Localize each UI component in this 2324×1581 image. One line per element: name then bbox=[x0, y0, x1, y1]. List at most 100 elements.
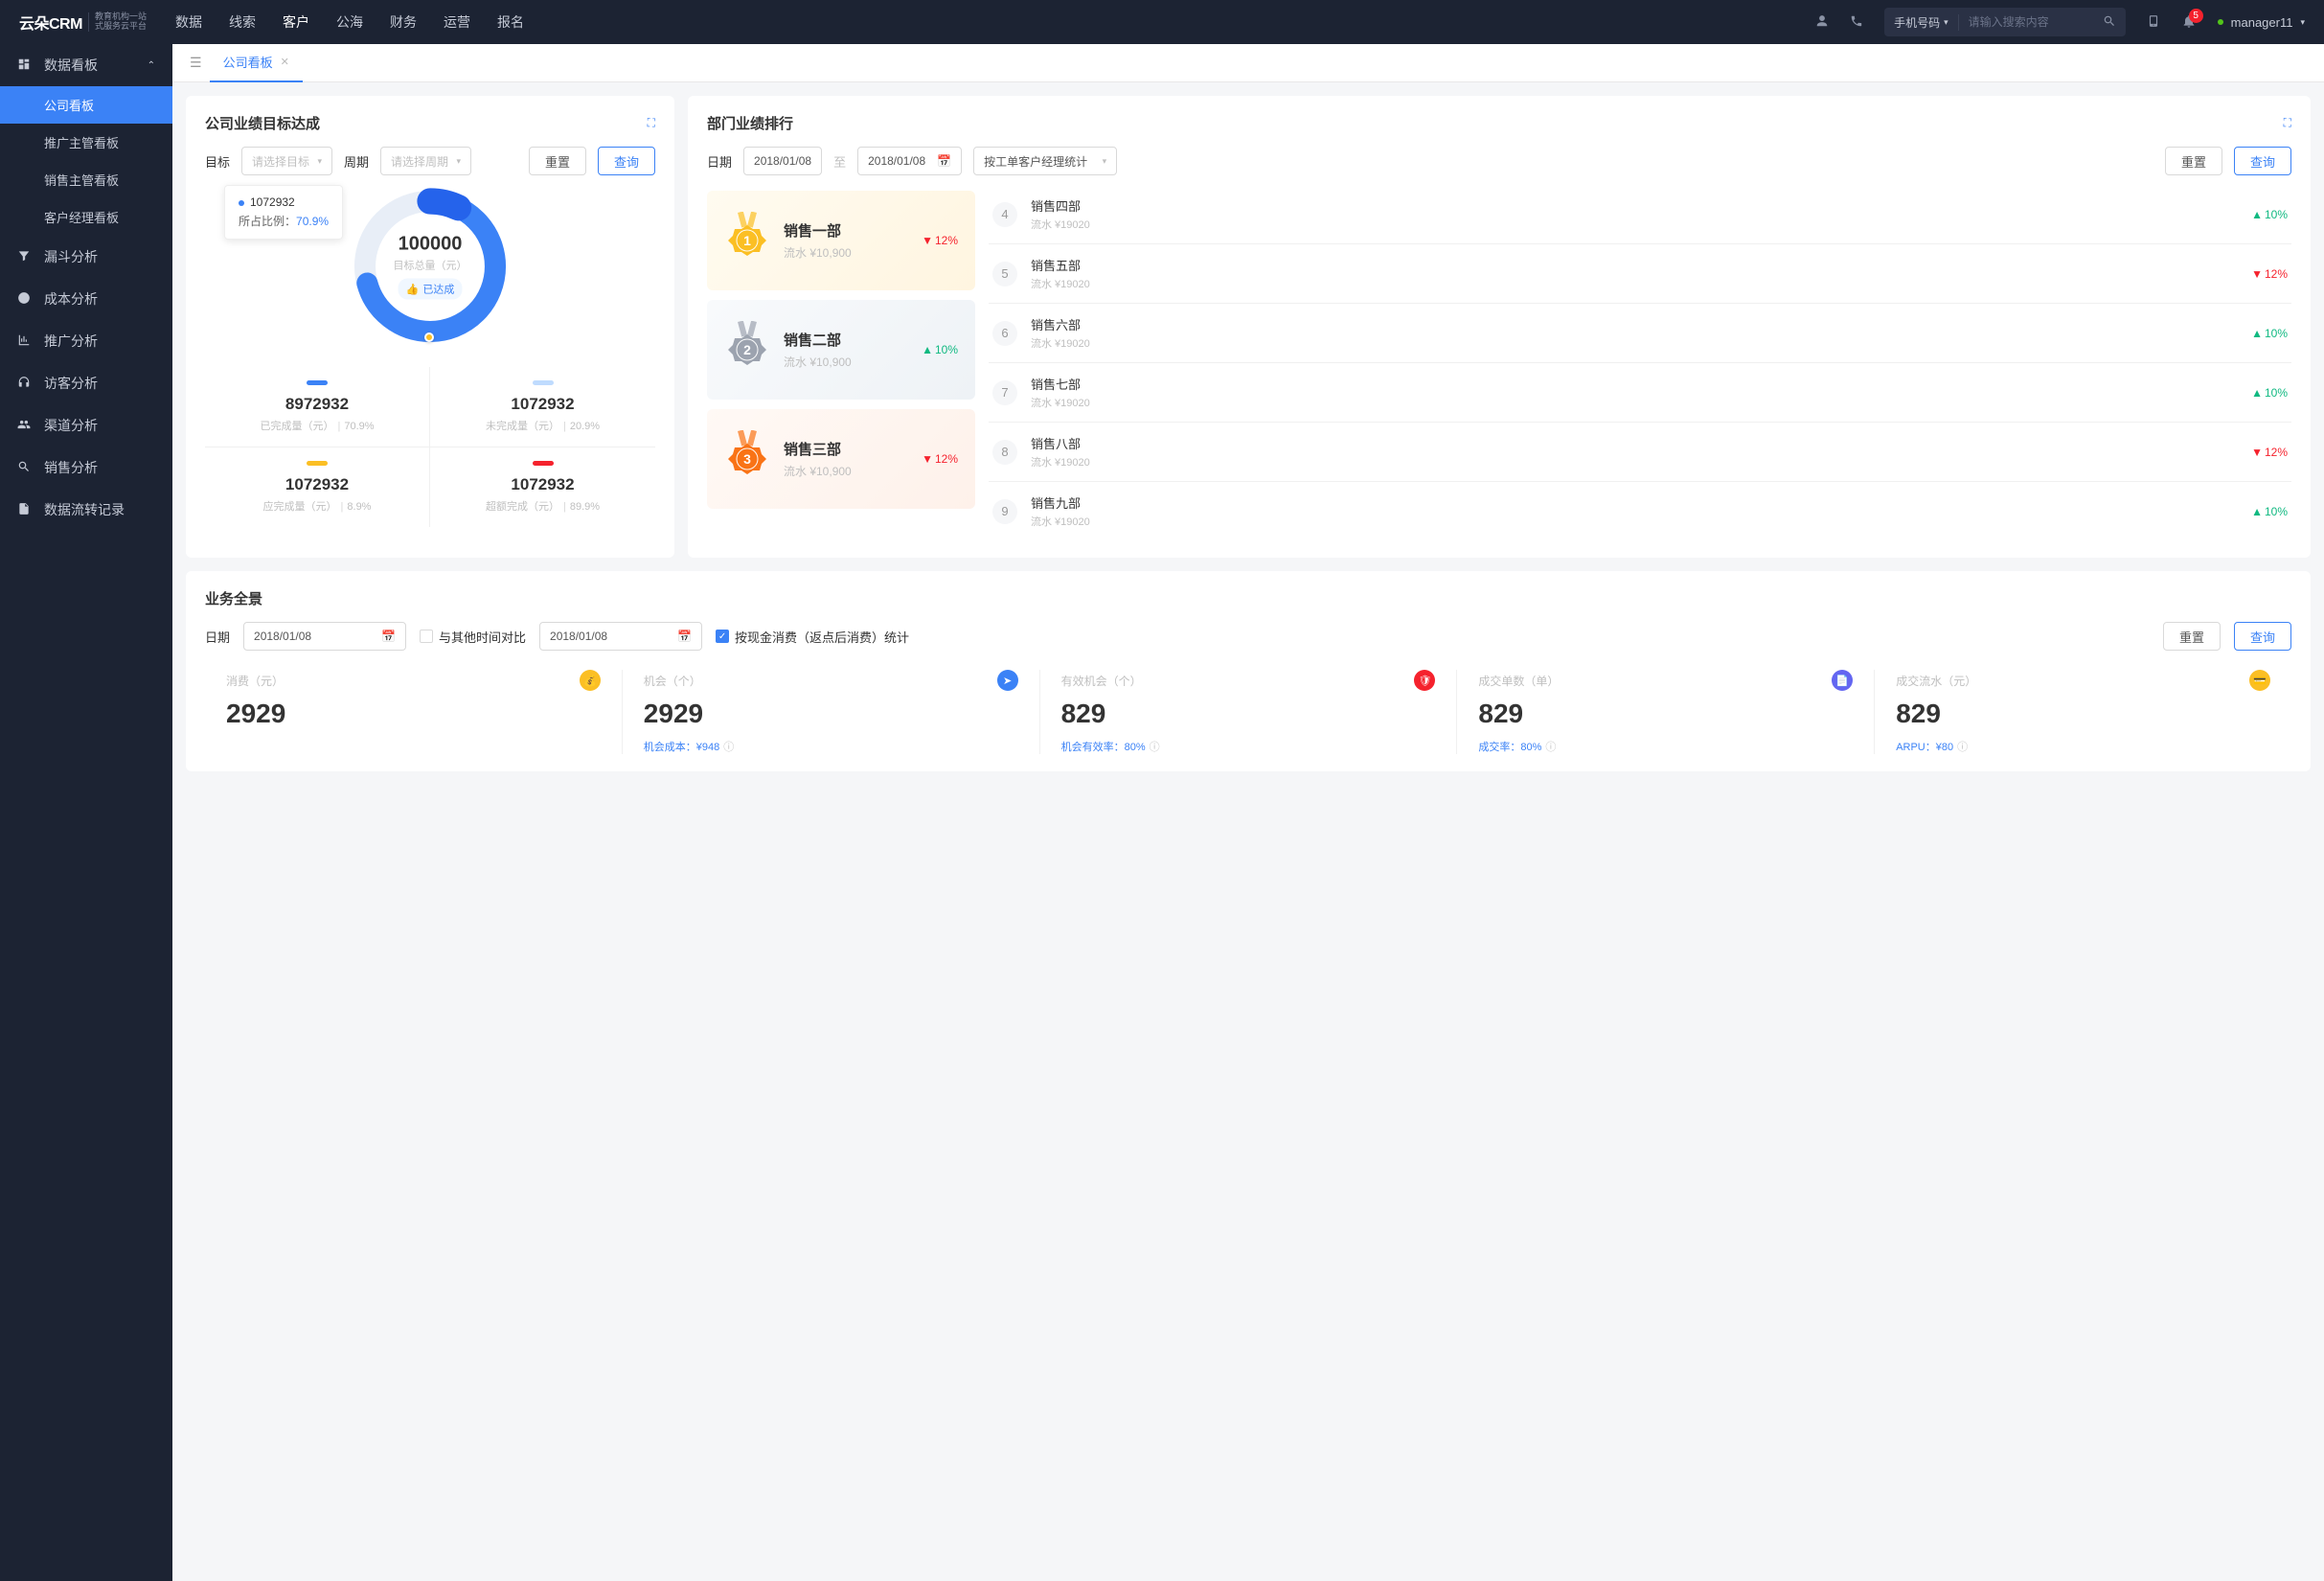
chevron-down-icon: ▾ bbox=[2300, 17, 2305, 28]
expand-icon[interactable]: ⛶ bbox=[2284, 116, 2291, 130]
trend-arrow-icon: ▲ bbox=[2251, 208, 2263, 221]
tab-company-board[interactable]: 公司看板 ✕ bbox=[210, 44, 303, 82]
overview-panel: 业务全景 日期 2018/01/08📅 与其他时间对比 2018/01/08📅 … bbox=[186, 571, 2311, 771]
sidebar-item[interactable]: 漏斗分析 bbox=[0, 236, 172, 278]
topnav-item[interactable]: 客户 bbox=[283, 12, 309, 32]
overview-date1[interactable]: 2018/01/08📅 bbox=[243, 622, 406, 651]
stat-label: 已完成量（元）|70.9% bbox=[205, 418, 429, 433]
topnav-item[interactable]: 运营 bbox=[444, 12, 470, 32]
rank-top-item[interactable]: 1销售一部流水 ¥10,900▼ 12% bbox=[707, 191, 975, 290]
sidebar-item[interactable]: 访客分析 bbox=[0, 362, 172, 404]
search-input[interactable] bbox=[1959, 15, 2093, 29]
reset-button[interactable]: 重置 bbox=[529, 147, 586, 175]
user-icon[interactable] bbox=[1815, 14, 1829, 31]
rank-top-item[interactable]: 2 销售二部流水 ¥10,900 ▲ 10% bbox=[707, 300, 975, 400]
compare-checkbox[interactable]: 与其他时间对比 bbox=[420, 628, 526, 646]
sidebar-item[interactable]: 数据流转记录 bbox=[0, 489, 172, 531]
topnav-item[interactable]: 线索 bbox=[229, 12, 256, 32]
help-icon[interactable]: ⓘ bbox=[723, 739, 734, 754]
user-menu[interactable]: manager11 ▾ bbox=[2218, 15, 2305, 30]
logo: 云朵CRM 教育机构一站 式服务云平台 bbox=[19, 11, 147, 34]
sidebar-sub-item[interactable]: 公司看板 bbox=[0, 86, 172, 124]
rank-name: 销售九部 bbox=[1031, 493, 2238, 512]
close-icon[interactable]: ✕ bbox=[281, 56, 289, 68]
donut-total: 100000 bbox=[394, 234, 467, 256]
overview-date2[interactable]: 2018/01/08📅 bbox=[539, 622, 702, 651]
target-select[interactable]: 请选择目标 ▾ bbox=[241, 147, 332, 175]
mobile-icon[interactable] bbox=[2147, 14, 2160, 31]
sidebar-sub-item[interactable]: 客户经理看板 bbox=[0, 198, 172, 236]
metric-title: 有效机会（个） bbox=[1061, 673, 1142, 689]
rank-flow: 流水 ¥19020 bbox=[1031, 276, 2238, 291]
query-button[interactable]: 查询 bbox=[598, 147, 655, 175]
help-icon[interactable]: ⓘ bbox=[1957, 739, 1968, 754]
rank-row[interactable]: 5销售五部流水 ¥19020▼ 12% bbox=[989, 244, 2291, 304]
date-from-input[interactable]: 2018/01/08 bbox=[743, 147, 822, 175]
rank-row[interactable]: 8销售八部流水 ¥19020▼ 12% bbox=[989, 423, 2291, 482]
date-to-input[interactable]: 2018/01/08📅 bbox=[857, 147, 962, 175]
rank-flow: 流水 ¥19020 bbox=[1031, 514, 2238, 529]
sidebar-sub-item[interactable]: 销售主管看板 bbox=[0, 161, 172, 198]
stat-cell: 1072932超额完成（元）|89.9% bbox=[430, 447, 655, 527]
donut-handle bbox=[424, 332, 434, 342]
cash-checkbox[interactable]: ✓ 按现金消费（返点后消费）统计 bbox=[716, 628, 909, 646]
achieved-badge: 👍 已达成 bbox=[399, 279, 463, 300]
period-label: 周期 bbox=[344, 152, 369, 171]
collapse-sidebar-button[interactable]: ☰ bbox=[182, 55, 210, 71]
rank-trend: ▲ 10% bbox=[922, 343, 958, 356]
rank-row[interactable]: 7销售七部流水 ¥19020▲ 10% bbox=[989, 363, 2291, 423]
help-icon[interactable]: ⓘ bbox=[1545, 739, 1556, 754]
reset-button[interactable]: 重置 bbox=[2165, 147, 2222, 175]
trend-arrow-icon: ▲ bbox=[2251, 386, 2263, 400]
chart-tooltip: 1072932 所占比例：70.9% bbox=[224, 185, 343, 240]
sidebar-item[interactable]: 销售分析 bbox=[0, 447, 172, 489]
notification-bell[interactable]: 5 bbox=[2181, 13, 2197, 32]
rank-name: 销售二部 bbox=[784, 330, 908, 350]
rank-trend: ▼ 12% bbox=[922, 234, 958, 247]
panel-title: 公司业绩目标达成 bbox=[205, 113, 320, 133]
topnav-item[interactable]: 财务 bbox=[390, 12, 417, 32]
help-icon[interactable]: ⓘ bbox=[1150, 739, 1160, 754]
rank-row[interactable]: 4销售四部流水 ¥19020▲ 10% bbox=[989, 185, 2291, 244]
topnav-item[interactable]: 数据 bbox=[175, 12, 202, 32]
panel-title: 部门业绩排行 bbox=[707, 113, 793, 133]
rank-flow: 流水 ¥10,900 bbox=[784, 463, 908, 479]
sidebar-item-label: 渠道分析 bbox=[44, 416, 98, 435]
query-button[interactable]: 查询 bbox=[2234, 147, 2291, 175]
sidebar-item[interactable]: 推广分析 bbox=[0, 320, 172, 362]
sidebar-item[interactable]: 渠道分析 bbox=[0, 404, 172, 447]
expand-icon[interactable]: ⛶ bbox=[648, 116, 655, 130]
tab-label: 公司看板 bbox=[223, 53, 273, 71]
stat-value: 1072932 bbox=[430, 475, 655, 494]
groupby-select[interactable]: 按工单客户经理统计 ▾ bbox=[973, 147, 1117, 175]
rank-trend: ▼ 12% bbox=[2251, 446, 2288, 459]
metric-card: 有效机会（个）🛡829机会有效率：80% ⓘ bbox=[1040, 670, 1458, 754]
group-icon bbox=[17, 418, 33, 434]
metric-card: 成交流水（元）💳829ARPU：¥80 ⓘ bbox=[1875, 670, 2291, 754]
stat-label: 未完成量（元）|20.9% bbox=[430, 418, 655, 433]
rank-name: 销售四部 bbox=[1031, 196, 2238, 215]
topnav-item[interactable]: 公海 bbox=[336, 12, 363, 32]
svg-text:1: 1 bbox=[743, 233, 751, 248]
svg-text:2: 2 bbox=[743, 342, 751, 357]
rank-trend: ▲ 10% bbox=[2251, 327, 2288, 340]
sidebar-sub-item[interactable]: 推广主管看板 bbox=[0, 124, 172, 161]
sidebar-item[interactable]: 成本分析 bbox=[0, 278, 172, 320]
funnel-icon bbox=[17, 249, 33, 265]
metric-title: 成交单数（单） bbox=[1478, 673, 1559, 689]
rank-top-item[interactable]: 3销售三部流水 ¥10,900▼ 12% bbox=[707, 409, 975, 509]
rank-row[interactable]: 9销售九部流水 ¥19020▲ 10% bbox=[989, 482, 2291, 540]
phone-icon[interactable] bbox=[1850, 14, 1863, 31]
search-button[interactable] bbox=[2093, 14, 2126, 31]
chevron-down-icon: ▾ bbox=[1103, 156, 1107, 167]
rank-flow: 流水 ¥10,900 bbox=[784, 354, 908, 370]
period-select[interactable]: 请选择周期 ▾ bbox=[380, 147, 471, 175]
query-button[interactable]: 查询 bbox=[2234, 622, 2291, 651]
reset-button[interactable]: 重置 bbox=[2163, 622, 2221, 651]
notif-badge: 5 bbox=[2189, 9, 2203, 23]
rank-row[interactable]: 6销售六部流水 ¥19020▲ 10% bbox=[989, 304, 2291, 363]
search-type-select[interactable]: 手机号码 ▾ bbox=[1884, 14, 1959, 31]
sidebar-group-dashboard[interactable]: 数据看板 ⌃ bbox=[0, 44, 172, 86]
topnav-item[interactable]: 报名 bbox=[497, 12, 524, 32]
logo-text: 云朵CRM bbox=[19, 11, 82, 34]
